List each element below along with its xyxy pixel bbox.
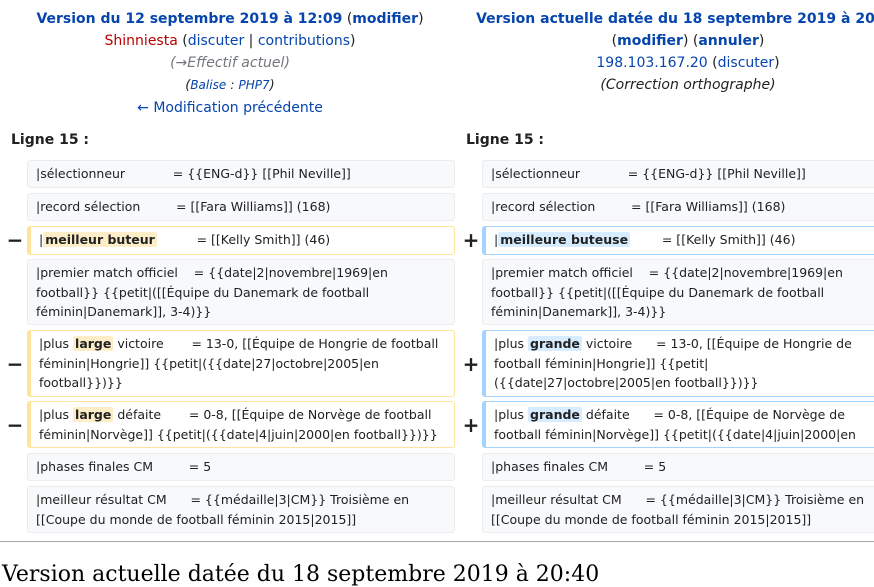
tag-value: PHP7 [238,78,270,92]
deleted-line: |plus large victoire = 13-0, [[Équipe de… [27,330,455,397]
deleted-text: = [[Kelly Smith]] (46) [156,232,331,247]
added-word-highlight: grande [528,336,582,351]
tag-label-link[interactable]: Balise [190,78,226,92]
added-line-marker: + [462,413,480,437]
added-text: |plus [494,407,529,422]
deleted-line-marker: − [6,352,24,376]
added-line: |plus grande défaite = 0-8, [[Équipe de … [482,401,874,448]
deleted-line-marker: − [6,413,24,437]
added-text: |plus [494,336,529,351]
divider [0,541,874,542]
line-number-right: Ligne 15 : [466,132,545,148]
right-cancel-link[interactable]: annuler [698,33,759,49]
added-line-marker: + [462,228,480,252]
context-line-left: |phases finales CM = 5 [27,453,455,481]
left-tags: (Balise : PHP7) [185,78,275,93]
previous-edit-link[interactable]: ← Modification précédente [137,100,323,116]
left-effect-link[interactable]: →Effectif actuel [176,55,285,71]
deleted-text: |plus [39,336,74,351]
left-user-discuss-link[interactable]: discuter [188,33,245,49]
added-line-marker: + [462,352,480,376]
deleted-line: |plus large défaite = 0-8, [[Équipe de N… [27,401,455,448]
added-line: |plus grande victoire = 13-0, [[Équipe d… [482,330,874,397]
deleted-text: |plus [39,407,74,422]
left-modify-link[interactable]: modifier [352,11,418,27]
context-line-right: |meilleur résultat CM = {{médaille|3|CM}… [482,486,874,533]
line-number-left: Ligne 15 : [11,132,90,148]
context-line-left: |premier match officiel = {{date|2|novem… [27,259,455,325]
added-line: | meilleure buteuse = [[Kelly Smith]] (46… [482,226,874,255]
left-revision-header: Version du 12 septembre 2019 à 12:09 (mo… [0,8,460,119]
context-line-right: |phases finales CM = 5 [482,453,874,481]
right-ip-discuss-link[interactable]: discuter [718,55,775,71]
deleted-line: | meilleur buteur = [[Kelly Smith]] (46) [27,226,455,255]
left-user-contributions-link[interactable]: contributions [258,33,350,49]
deleted-word-highlight: large [73,336,114,351]
deleted-word-highlight: large [73,407,114,422]
left-user-link[interactable]: Shinniesta [105,33,178,49]
context-line-left: |meilleur résultat CM = {{médaille|3|CM}… [27,486,455,533]
right-edit-summary: (Correction orthographe) [600,77,776,93]
added-word-highlight: grande [528,407,582,422]
deleted-line-marker: − [6,228,24,252]
context-line-left: |sélectionneur = {{ENG-d}} [[Phil Nevill… [27,160,455,188]
deleted-word-highlight: meilleur buteur [43,232,157,247]
current-version-heading: Version actuelle datée du 18 septembre 2… [2,562,600,587]
added-word-highlight: meilleure buteuse [498,232,631,247]
right-modify-link[interactable]: modifier [617,33,683,49]
left-edit-summary: (→Effectif actuel) [170,55,290,71]
added-text: = [[Kelly Smith]] (46) [630,232,796,247]
left-revision-title-link[interactable]: Version du 12 septembre 2019 à 12:09 [36,11,342,27]
context-line-right: |sélectionneur = {{ENG-d}} [[Phil Nevill… [482,160,874,188]
right-ip-link[interactable]: 198.103.167.20 [596,55,707,71]
context-line-left: |record sélection = [[Fara Williams]] (1… [27,193,455,221]
context-line-right: |record sélection = [[Fara Williams]] (1… [482,193,874,221]
right-revision-title-link[interactable]: Version actuelle datée du 18 septembre 2… [476,11,874,27]
right-revision-header: Version actuelle datée du 18 septembre 2… [458,8,874,96]
context-line-right: |premier match officiel = {{date|2|novem… [482,259,874,325]
